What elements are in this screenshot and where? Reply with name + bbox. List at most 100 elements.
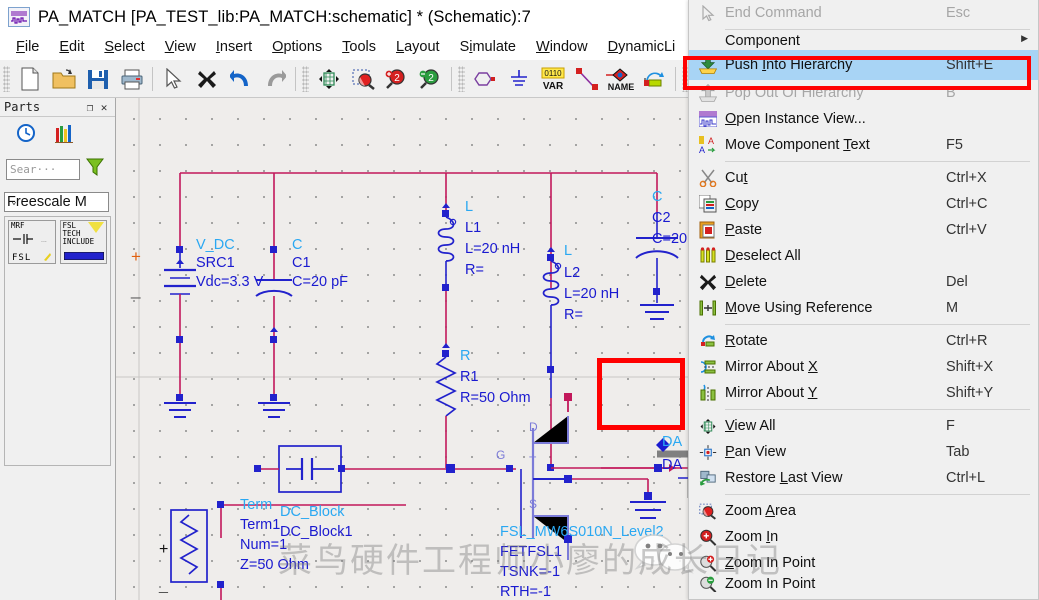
menu-dynamiclink[interactable]: DynamicLi xyxy=(598,37,686,57)
menu-options[interactable]: Options xyxy=(262,37,332,57)
library-books-icon[interactable] xyxy=(54,123,76,148)
menu-item-view-all[interactable]: View All F xyxy=(689,413,1038,439)
menu-item-pop-out-of-hierarchy[interactable]: Pop Out Of Hierarchy B xyxy=(689,80,1038,106)
menu-item-component[interactable]: Component ▶ xyxy=(689,33,1038,50)
menu-item-label: Zoom In Point xyxy=(725,555,946,571)
menu-item-pan-view[interactable]: Pan View Tab xyxy=(689,439,1038,465)
part-mrf-fsl[interactable]: MRF ... FSL xyxy=(8,220,56,264)
menu-item-label: Zoom In Point xyxy=(725,576,946,592)
menu-separator xyxy=(725,161,1030,162)
search-input[interactable]: Sear··· xyxy=(6,159,80,180)
menu-file[interactable]: File xyxy=(6,37,49,57)
svg-text:VAR: VAR xyxy=(543,81,564,91)
toolbar-separator xyxy=(675,67,676,91)
menu-item-move-using-reference[interactable]: Move Using Reference M xyxy=(689,295,1038,321)
menu-item-open-instance-view[interactable]: Open Instance View... xyxy=(689,106,1038,132)
menu-item-restore-last-view[interactable]: Restore Last View Ctrl+L xyxy=(689,465,1038,491)
menu-item-shortcut: Ctrl+L xyxy=(946,470,1038,486)
save-icon[interactable] xyxy=(81,63,115,95)
menu-item-shortcut: Del xyxy=(946,274,1038,290)
menu-item-deselect-all[interactable]: Deselect All xyxy=(689,243,1038,269)
r1-type-label: R xyxy=(460,348,470,364)
vdc-instance-label: SRC1 xyxy=(196,255,235,271)
menu-view[interactable]: View xyxy=(155,37,206,57)
menu-item-label: Pop Out Of Hierarchy xyxy=(725,85,946,101)
undo-icon[interactable] xyxy=(224,63,258,95)
pan-view-icon xyxy=(691,444,725,461)
library-selector[interactable]: Freescale M ⌄ xyxy=(4,192,109,212)
close-panel-icon[interactable]: ✕ xyxy=(97,101,111,114)
menu-item-mirror-about-x[interactable]: Mirror About X Shift+X xyxy=(689,354,1038,380)
part-bottom-label: INCLUDE xyxy=(63,238,105,246)
menu-item-label: Move Using Reference xyxy=(725,300,946,316)
wire-pin-icon[interactable] xyxy=(638,63,672,95)
toolbar-separator xyxy=(451,67,452,91)
filter-funnel-icon[interactable] xyxy=(86,157,104,182)
part-fsl-tech-include[interactable]: FSL TECH INCLUDE xyxy=(60,220,108,264)
mirror-x-icon xyxy=(691,358,725,376)
menu-item-mirror-about-y[interactable]: Mirror About Y Shift+Y xyxy=(689,380,1038,406)
menu-simulate[interactable]: Simulate xyxy=(450,37,526,57)
fet-instance-label: FETFSL1 xyxy=(500,544,562,560)
part-bottom-label: FSL xyxy=(12,254,31,262)
menu-insert[interactable]: Insert xyxy=(206,37,262,57)
print-icon[interactable] xyxy=(115,63,149,95)
open-folder-icon[interactable] xyxy=(47,63,81,95)
menu-item-shortcut: Ctrl+V xyxy=(946,222,1038,238)
view-all-icon[interactable] xyxy=(312,63,346,95)
menu-separator xyxy=(725,409,1030,410)
menu-item-paste[interactable]: Paste Ctrl+V xyxy=(689,217,1038,243)
delete-x-icon[interactable] xyxy=(190,63,224,95)
menu-item-label: View All xyxy=(725,418,946,434)
menu-item-zoom-out-point[interactable]: Zoom In Point xyxy=(689,576,1038,592)
term-z-label: Z=50 Ohm xyxy=(240,557,309,573)
menu-item-cut[interactable]: Cut Ctrl+X xyxy=(689,165,1038,191)
zoom-area-icon[interactable] xyxy=(346,63,380,95)
menu-item-shortcut: Tab xyxy=(946,444,1038,460)
menu-item-label: Open Instance View... xyxy=(725,111,946,127)
component-icon[interactable] xyxy=(468,63,502,95)
toolbar-grip[interactable] xyxy=(458,66,465,92)
l1-instance-label: L1 xyxy=(465,220,481,236)
menu-select[interactable]: Select xyxy=(94,37,154,57)
menu-item-move-component-text[interactable]: AA Move Component Text F5 xyxy=(689,132,1038,158)
menu-item-delete[interactable]: Delete Del xyxy=(689,269,1038,295)
paste-icon xyxy=(691,221,725,239)
zoom-in-icon[interactable]: 2 xyxy=(380,63,414,95)
toolbar-separator xyxy=(295,67,296,91)
menu-window[interactable]: Window xyxy=(526,37,598,57)
redo-icon[interactable] xyxy=(258,63,292,95)
menu-item-label: Paste xyxy=(725,222,946,238)
history-clock-icon[interactable] xyxy=(16,123,36,148)
copy-icon xyxy=(691,195,725,213)
wire-icon[interactable] xyxy=(570,63,604,95)
var-icon[interactable]: 0110VAR xyxy=(536,63,570,95)
menu-item-zoom-area[interactable]: Zoom Area xyxy=(689,498,1038,524)
menu-item-push-into-hierarchy[interactable]: Push Into Hierarchy Shift+E xyxy=(689,50,1038,80)
arrow-cursor-icon xyxy=(691,5,725,22)
menu-item-zoom-in-point[interactable]: Zoom In Point xyxy=(689,550,1038,576)
menu-tools[interactable]: Tools xyxy=(332,37,386,57)
toolbar-grip[interactable] xyxy=(3,66,10,92)
menu-item-zoom-in[interactable]: Zoom In xyxy=(689,524,1038,550)
wire-name-icon[interactable]: NAME xyxy=(604,63,638,95)
window-title: PA_MATCH [PA_TEST_lib:PA_MATCH:schematic… xyxy=(38,8,531,27)
fet-rth-label: RTH=-1 xyxy=(500,584,551,600)
svg-text:2: 2 xyxy=(428,73,434,84)
menu-item-label: End Command xyxy=(725,5,946,21)
svg-text:A: A xyxy=(708,136,714,146)
float-panel-icon[interactable]: ❐ xyxy=(83,101,97,114)
select-arrow-icon[interactable] xyxy=(156,63,190,95)
ground-icon[interactable] xyxy=(502,63,536,95)
l2-type-label: L xyxy=(564,243,572,259)
menu-edit[interactable]: Edit xyxy=(49,37,94,57)
new-icon[interactable] xyxy=(13,63,47,95)
zoom-area-icon xyxy=(691,503,725,520)
fet-pin-t-label: T xyxy=(529,454,536,468)
menu-item-end-command[interactable]: End Command Esc xyxy=(689,0,1038,26)
menu-item-rotate[interactable]: Rotate Ctrl+R xyxy=(689,328,1038,354)
menu-layout[interactable]: Layout xyxy=(386,37,450,57)
zoom-out-icon[interactable]: 2 xyxy=(414,63,448,95)
toolbar-grip[interactable] xyxy=(302,66,309,92)
menu-item-copy[interactable]: Copy Ctrl+C xyxy=(689,191,1038,217)
